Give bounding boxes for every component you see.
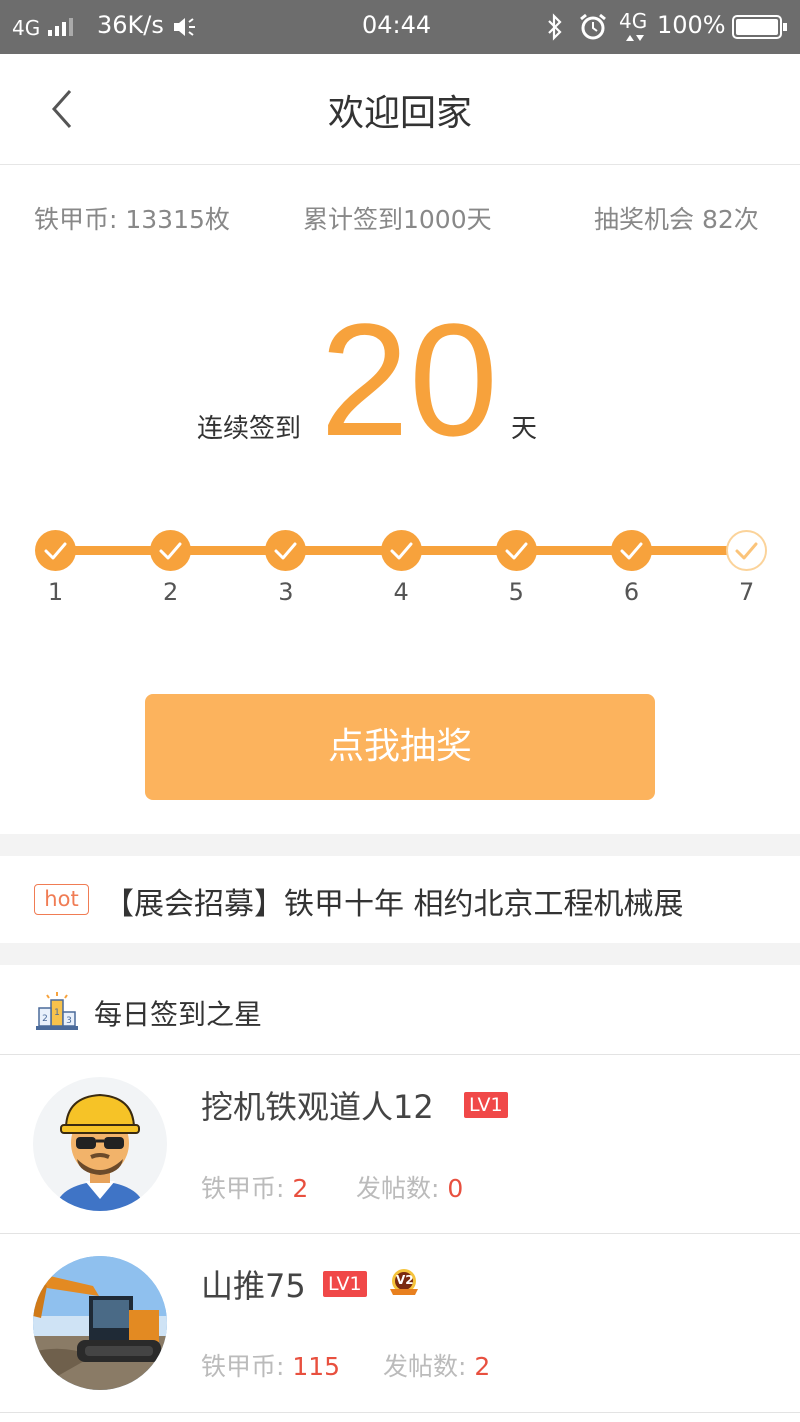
signal-icon (48, 18, 73, 36)
divider (0, 1233, 800, 1234)
user-name[interactable]: 挖机铁观道人12 (201, 1082, 434, 1128)
network-indicator: 4G (12, 16, 41, 40)
avatar[interactable] (33, 1077, 167, 1211)
lottery-button[interactable]: 点我抽奖 (145, 694, 655, 800)
posts-label: 发帖数: (356, 1174, 448, 1203)
vip-badge-icon: V2 (387, 1267, 421, 1299)
day-check-icon (35, 530, 76, 571)
network-speed: 36K/s (97, 11, 164, 39)
day-check-icon (150, 530, 192, 571)
battery-percent: 100% (657, 11, 726, 39)
user-posts: 发帖数: 2 (383, 1347, 490, 1383)
page-title: 欢迎回家 (327, 93, 472, 134)
hot-news-link[interactable]: 【展会招募】铁甲十年 相约北京工程机械展 (104, 879, 684, 923)
coin-balance: 铁甲币: 13315枚 (34, 205, 230, 234)
day-label: 4 (393, 578, 409, 606)
svg-text:1: 1 (54, 1008, 60, 1018)
day-label: 5 (508, 578, 524, 606)
svg-text:3: 3 (66, 1016, 72, 1026)
bluetooth-icon (548, 13, 562, 41)
day-label: 7 (739, 578, 755, 606)
worker-avatar-icon (55, 1093, 145, 1211)
level-badge: LV1 (464, 1092, 508, 1118)
day-check-icon (611, 530, 652, 571)
coins-label: 铁甲币: (201, 1174, 293, 1203)
posts-value: 0 (447, 1174, 464, 1203)
alarm-icon (580, 13, 606, 40)
avatar[interactable] (33, 1256, 167, 1390)
podium-icon: 2 1 3 (36, 992, 78, 1030)
battery-icon (732, 15, 787, 39)
data-arrows-icon (626, 35, 644, 41)
day-check-icon (265, 530, 307, 571)
section-gap (0, 943, 800, 965)
vibrate-icon (174, 18, 195, 36)
posts-value: 2 (474, 1352, 491, 1381)
user-coins: 铁甲币: 115 (201, 1347, 340, 1383)
streak-days: 20 (320, 290, 498, 469)
coins-value: 115 (292, 1352, 341, 1381)
lottery-chances: 抽奖机会 82次 (594, 205, 759, 234)
streak-label: 连续签到 (197, 414, 302, 444)
day-check-icon (495, 530, 537, 571)
user-posts: 发帖数: 0 (356, 1169, 463, 1205)
section-gap (0, 834, 800, 856)
hot-badge: hot (34, 884, 89, 915)
svg-text:2: 2 (42, 1014, 48, 1024)
user-name[interactable]: 山推75 (201, 1261, 306, 1307)
nav-bar: 欢迎回家 (0, 54, 800, 165)
coins-value: 2 (292, 1174, 309, 1203)
divider (0, 1054, 800, 1055)
network-indicator-secondary: 4G (619, 9, 648, 33)
day-label: 1 (47, 578, 64, 606)
day-label: 6 (623, 578, 640, 606)
total-checkin: 累计签到1000天 (303, 205, 492, 234)
user-coins: 铁甲币: 2 (201, 1169, 308, 1205)
posts-label: 发帖数: (383, 1352, 475, 1381)
day-check-icon (726, 530, 768, 571)
streak-unit: 天 (511, 414, 538, 444)
stars-title: 每日签到之星 (94, 998, 263, 1031)
vip-badge-label: V2 (396, 1273, 414, 1287)
level-badge: LV1 (323, 1271, 367, 1297)
status-bar: 4G 36K/s 04:44 4G 100% (0, 0, 800, 54)
day-label: 3 (278, 578, 294, 606)
excavator-photo-icon (33, 1256, 167, 1390)
day-label: 2 (163, 578, 179, 606)
divider (0, 1412, 800, 1413)
day-check-icon (380, 530, 422, 571)
coins-label: 铁甲币: (201, 1352, 293, 1381)
clock-time: 04:44 (362, 11, 432, 39)
